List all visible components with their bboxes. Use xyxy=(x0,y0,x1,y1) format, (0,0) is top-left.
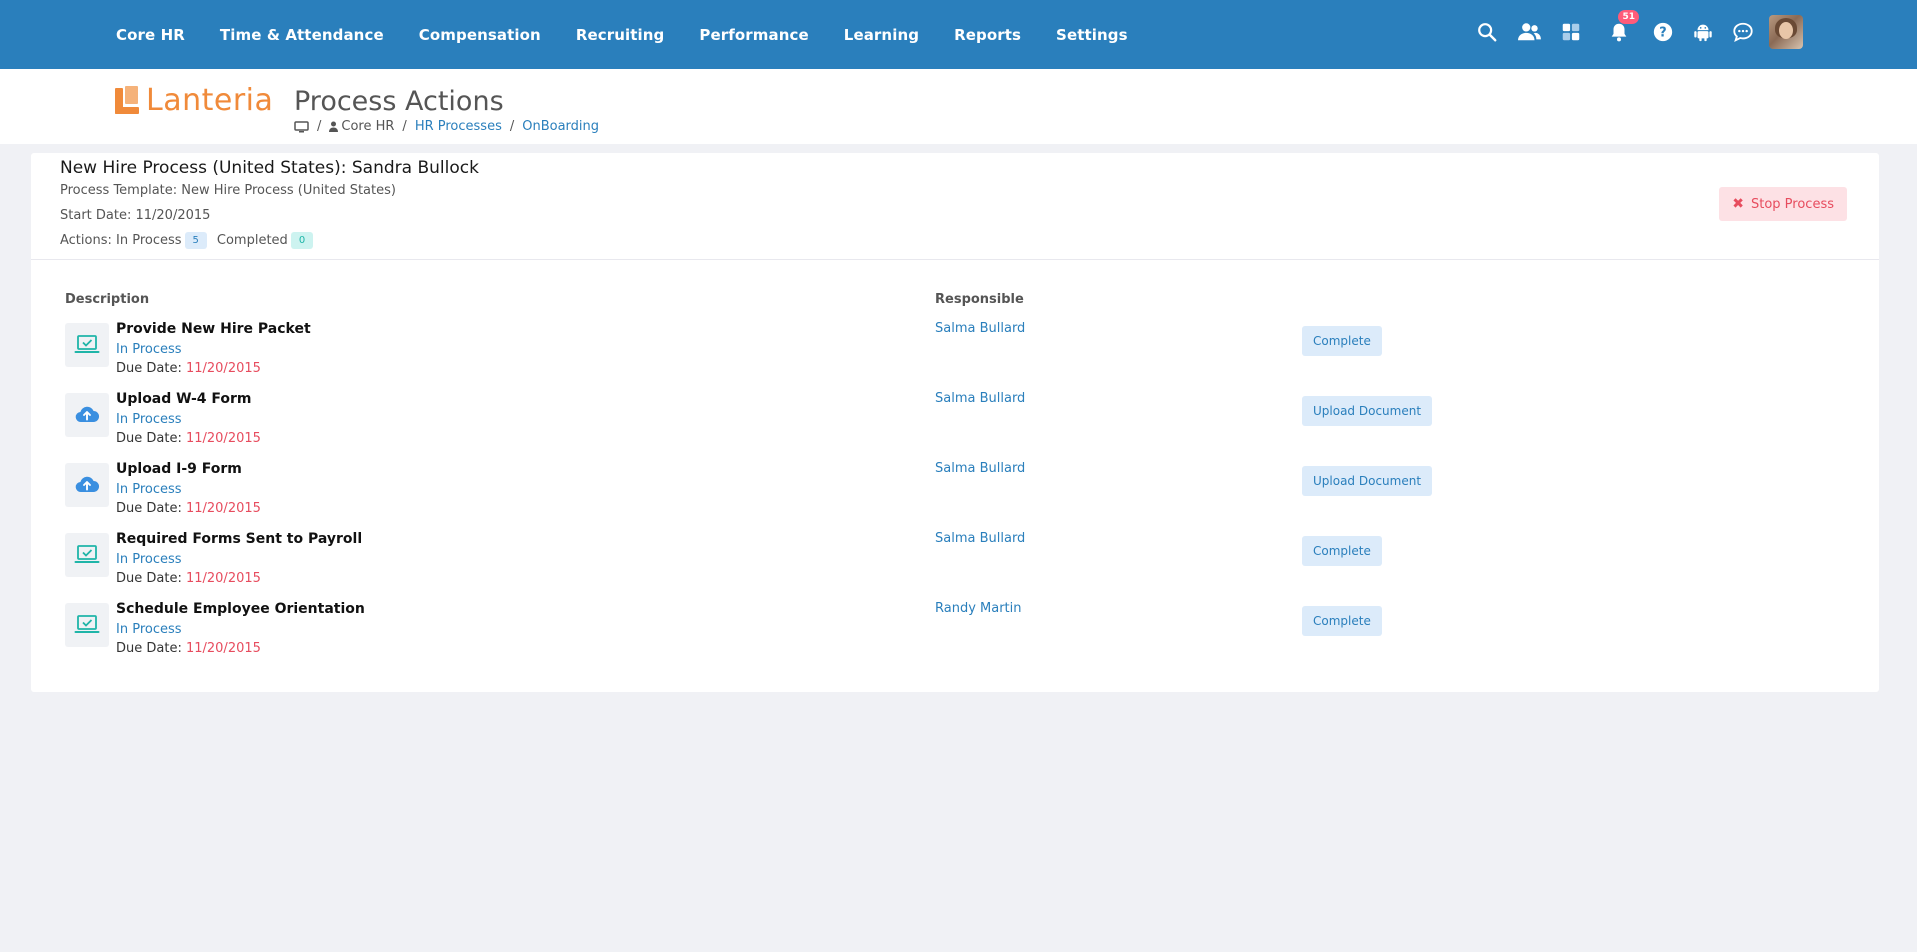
breadcrumb-onboarding[interactable]: OnBoarding xyxy=(522,119,599,134)
laptop-check-icon xyxy=(65,533,109,577)
process-card: New Hire Process (United States): Sandra… xyxy=(31,153,1879,692)
chat-icon[interactable] xyxy=(1731,20,1755,44)
action-due-date: Due Date: 11/20/2015 xyxy=(116,641,261,656)
due-date-value: 11/20/2015 xyxy=(185,641,261,656)
nav-item-compensation[interactable]: Compensation xyxy=(419,26,541,44)
action-title: Schedule Employee Orientation xyxy=(116,601,365,617)
process-actions-summary: Actions: In Process 5 Completed 0 xyxy=(60,232,323,249)
stop-process-label: Stop Process xyxy=(1750,196,1834,212)
due-date-value: 11/20/2015 xyxy=(185,501,261,516)
breadcrumb-separator: / xyxy=(509,119,515,134)
page-title: Process Actions xyxy=(294,86,504,117)
breadcrumb: / Core HR / HR Processes / OnBoarding xyxy=(294,119,599,134)
action-status: In Process xyxy=(116,412,182,427)
completed-label: Completed xyxy=(216,233,288,248)
action-title: Upload I-9 Form xyxy=(116,461,242,477)
action-row: Upload W-4 Form In Process Due Date: 11/… xyxy=(31,391,1879,451)
action-status: In Process xyxy=(116,342,182,357)
bell-icon[interactable]: 51 xyxy=(1607,10,1639,44)
action-title: Provide New Hire Packet xyxy=(116,321,311,337)
nav-item-core-hr[interactable]: Core HR xyxy=(116,26,185,44)
main-nav: Core HR Time & Attendance Compensation R… xyxy=(116,0,1163,69)
action-title: Upload W-4 Form xyxy=(116,391,252,407)
breadcrumb-separator: / xyxy=(402,119,407,134)
upload-document-button[interactable]: Upload Document xyxy=(1302,396,1433,426)
in-process-count-badge: 5 xyxy=(184,232,207,249)
column-header-responsible: Responsible xyxy=(935,292,1024,307)
top-navigation-bar: Core HR Time & Attendance Compensation R… xyxy=(0,0,1917,69)
top-icon-bar: 51 ? xyxy=(1459,10,1803,50)
action-row: Required Forms Sent to Payroll In Proces… xyxy=(31,531,1879,591)
nav-item-time-attendance[interactable]: Time & Attendance xyxy=(220,26,384,44)
action-responsible[interactable]: Salma Bullard xyxy=(935,461,1025,476)
due-date-value: 11/20/2015 xyxy=(185,431,261,446)
android-icon[interactable] xyxy=(1691,20,1715,44)
actions-in-process-label: Actions: In Process xyxy=(60,233,182,248)
action-row: Provide New Hire Packet In Process Due D… xyxy=(31,321,1879,381)
search-icon[interactable] xyxy=(1475,20,1499,44)
nav-item-reports[interactable]: Reports xyxy=(954,26,1021,44)
action-due-date: Due Date: 11/20/2015 xyxy=(116,431,261,446)
logo-text: Lanteria xyxy=(146,83,274,118)
stop-process-button[interactable]: ✖ Stop Process xyxy=(1719,187,1847,221)
action-responsible[interactable]: Salma Bullard xyxy=(935,531,1025,546)
action-due-date: Due Date: 11/20/2015 xyxy=(116,361,261,376)
action-due-date: Due Date: 11/20/2015 xyxy=(116,501,261,516)
nav-item-learning[interactable]: Learning xyxy=(844,26,919,44)
people-icon[interactable] xyxy=(1515,20,1543,44)
due-date-value: 11/20/2015 xyxy=(185,571,261,586)
action-row: Upload I-9 Form In Process Due Date: 11/… xyxy=(31,461,1879,521)
nav-item-settings[interactable]: Settings xyxy=(1056,26,1128,44)
process-start-date: Start Date: 11/20/2015 xyxy=(60,208,211,223)
laptop-check-icon xyxy=(65,323,109,367)
cloud-upload-icon xyxy=(65,463,109,507)
lanteria-logo[interactable]: Lanteria xyxy=(112,83,273,118)
svg-text:?: ? xyxy=(1659,26,1666,41)
action-due-date: Due Date: 11/20/2015 xyxy=(116,571,261,586)
complete-button[interactable]: Complete xyxy=(1302,326,1382,356)
page-header: Lanteria Process Actions / Core HR / HR … xyxy=(0,69,1917,144)
breadcrumb-hr-processes[interactable]: HR Processes xyxy=(415,119,502,134)
notification-badge: 51 xyxy=(1618,10,1639,24)
logo-mark-icon xyxy=(112,85,140,117)
process-summary: New Hire Process (United States): Sandra… xyxy=(31,153,1879,260)
nav-item-recruiting[interactable]: Recruiting xyxy=(576,26,665,44)
action-status: In Process xyxy=(116,622,182,637)
laptop-check-icon xyxy=(65,603,109,647)
column-header-description: Description xyxy=(65,292,150,307)
action-status: In Process xyxy=(116,482,182,497)
action-responsible[interactable]: Salma Bullard xyxy=(935,321,1025,336)
complete-button[interactable]: Complete xyxy=(1302,536,1382,566)
breadcrumb-separator: / xyxy=(317,119,322,134)
completed-count-badge: 0 xyxy=(290,232,314,249)
cloud-upload-icon xyxy=(65,393,109,437)
help-icon[interactable]: ? xyxy=(1651,20,1675,44)
due-date-value: 11/20/2015 xyxy=(185,361,261,376)
complete-button[interactable]: Complete xyxy=(1302,606,1382,636)
user-icon xyxy=(329,121,339,132)
process-template: Process Template: New Hire Process (Unit… xyxy=(60,183,396,198)
action-title: Required Forms Sent to Payroll xyxy=(116,531,363,547)
action-responsible[interactable]: Salma Bullard xyxy=(935,391,1025,406)
action-responsible[interactable]: Randy Martin xyxy=(935,601,1022,616)
upload-document-button[interactable]: Upload Document xyxy=(1302,466,1433,496)
process-title: New Hire Process (United States): Sandra… xyxy=(60,158,479,178)
apps-grid-icon[interactable] xyxy=(1559,20,1583,44)
breadcrumb-core-hr[interactable]: Core HR xyxy=(341,119,394,134)
monitor-icon[interactable] xyxy=(294,120,309,133)
action-row: Schedule Employee Orientation In Process… xyxy=(31,601,1879,661)
close-icon: ✖ xyxy=(1732,196,1744,212)
nav-item-performance[interactable]: Performance xyxy=(699,26,808,44)
user-avatar[interactable] xyxy=(1769,15,1803,49)
action-status: In Process xyxy=(116,552,182,567)
